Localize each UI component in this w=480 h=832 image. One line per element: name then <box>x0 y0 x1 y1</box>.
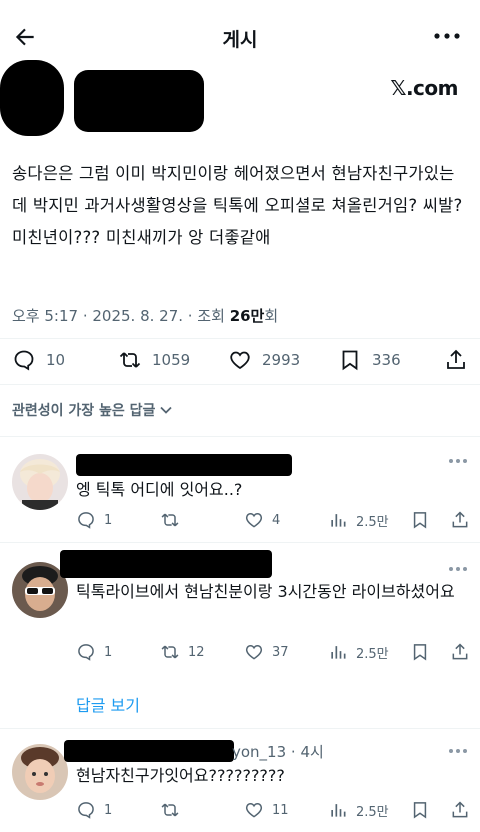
more-options-icon[interactable] <box>448 748 468 754</box>
view-count: 2.5만 <box>356 646 389 662</box>
heart-icon <box>245 802 263 818</box>
like-count: 4 <box>272 512 281 528</box>
repost-action[interactable] <box>160 800 188 820</box>
repost-count: 1059 <box>152 351 191 369</box>
author-avatar-redacted <box>0 60 64 136</box>
more-options-icon[interactable] <box>448 566 468 572</box>
share-icon <box>452 511 468 528</box>
divider <box>0 728 480 729</box>
divider <box>0 542 480 543</box>
repost-icon <box>119 352 141 368</box>
page-title: 게시 <box>222 29 258 51</box>
like-count: 37 <box>272 644 289 660</box>
bookmark-icon <box>413 802 427 819</box>
avatar[interactable] <box>12 454 68 510</box>
divider <box>0 338 480 339</box>
view-suffix: 회 <box>264 307 279 325</box>
analytics-icon <box>331 646 346 659</box>
reply-action[interactable]: 1 <box>76 510 112 530</box>
repost-icon <box>161 645 179 659</box>
reply-icon <box>78 644 94 661</box>
bookmark-count: 336 <box>372 351 401 369</box>
views-action[interactable]: 2.5만 <box>328 510 389 530</box>
post-time: 오후 5:17 · 2025. 8. 27. · 조회 <box>12 307 230 325</box>
share-icon <box>452 801 468 818</box>
reply-icon <box>78 802 94 819</box>
post-meta: 오후 5:17 · 2025. 8. 27. · 조회 26만회 <box>12 305 278 326</box>
view-count: 2.5만 <box>356 804 389 820</box>
post-text: 송다은은 그럼 이미 박지민이랑 헤어졌으면서 현남자친구가있는데 박지민 과거… <box>12 164 463 247</box>
reply-stat[interactable]: 10 <box>12 348 65 372</box>
share-icon <box>447 349 465 369</box>
reply-text: 틱톡라이브에서 현남친분이랑 3시간동안 라이브하셨어요 <box>76 582 455 601</box>
divider <box>0 384 480 385</box>
reply-text: 현남자친구가잇어요????????? <box>76 766 285 785</box>
like-stat[interactable]: 2993 <box>228 348 300 372</box>
reply-author-redacted <box>60 550 272 578</box>
reply-count: 1 <box>104 802 113 818</box>
like-count: 11 <box>272 802 289 818</box>
reply-author-redacted <box>76 454 292 476</box>
avatar[interactable] <box>12 744 68 800</box>
analytics-icon <box>331 514 346 527</box>
share-action[interactable] <box>450 510 470 530</box>
bookmark-icon <box>413 512 427 529</box>
like-action[interactable]: 11 <box>244 800 289 820</box>
heart-icon <box>245 644 263 660</box>
view-count: 26만 <box>229 307 265 325</box>
repost-action[interactable]: 12 <box>160 642 205 662</box>
share-stat[interactable] <box>444 348 468 372</box>
reply-count: 1 <box>104 512 113 528</box>
heart-icon <box>245 512 263 528</box>
repost-count: 12 <box>188 644 205 660</box>
reply-header-partial: yon_13 · 4시 <box>232 743 324 761</box>
like-action[interactable]: 4 <box>244 510 280 530</box>
bookmark-action[interactable] <box>410 800 430 820</box>
share-action[interactable] <box>450 800 470 820</box>
reply-action[interactable]: 1 <box>76 800 112 820</box>
views-action[interactable]: 2.5만 <box>328 642 389 662</box>
author-name-redacted <box>74 70 204 132</box>
source-label: 𝕏.com <box>390 76 458 100</box>
replies-sort-label: 관련성이 가장 높은 답글 <box>12 403 156 419</box>
reply-count: 10 <box>46 351 66 369</box>
views-action[interactable]: 2.5만 <box>328 800 389 820</box>
reply-author-redacted <box>64 740 234 762</box>
show-replies-link[interactable]: 답글 보기 <box>76 692 140 716</box>
bookmark-action[interactable] <box>410 510 430 530</box>
repost-icon <box>161 803 179 817</box>
like-action[interactable]: 37 <box>244 642 289 662</box>
repost-action[interactable] <box>160 510 188 530</box>
divider <box>0 436 480 437</box>
reply-icon <box>14 350 34 371</box>
top-bar: 게시 <box>0 0 480 72</box>
reply-icon <box>78 512 94 529</box>
share-action[interactable] <box>450 642 470 662</box>
replies-sort-toggle[interactable]: 관련성이 가장 높은 답글 <box>12 400 173 420</box>
more-options-icon[interactable] <box>434 30 460 42</box>
reply-count: 1 <box>104 644 113 660</box>
share-icon <box>452 643 468 660</box>
bookmark-icon <box>342 350 358 371</box>
reply-action[interactable]: 1 <box>76 642 112 662</box>
analytics-icon <box>331 804 346 817</box>
more-options-icon[interactable] <box>448 458 468 464</box>
repost-icon <box>161 513 179 527</box>
repost-stat[interactable]: 1059 <box>118 348 190 372</box>
reply-text: 엥 틱톡 어디에 잇어요..? <box>76 480 243 499</box>
chevron-down-icon <box>160 406 173 414</box>
bookmark-action[interactable] <box>410 642 430 662</box>
bookmark-icon <box>413 644 427 661</box>
bookmark-stat[interactable]: 336 <box>338 348 401 372</box>
like-count: 2993 <box>262 351 301 369</box>
view-count: 2.5만 <box>356 514 389 530</box>
heart-icon <box>230 351 250 370</box>
